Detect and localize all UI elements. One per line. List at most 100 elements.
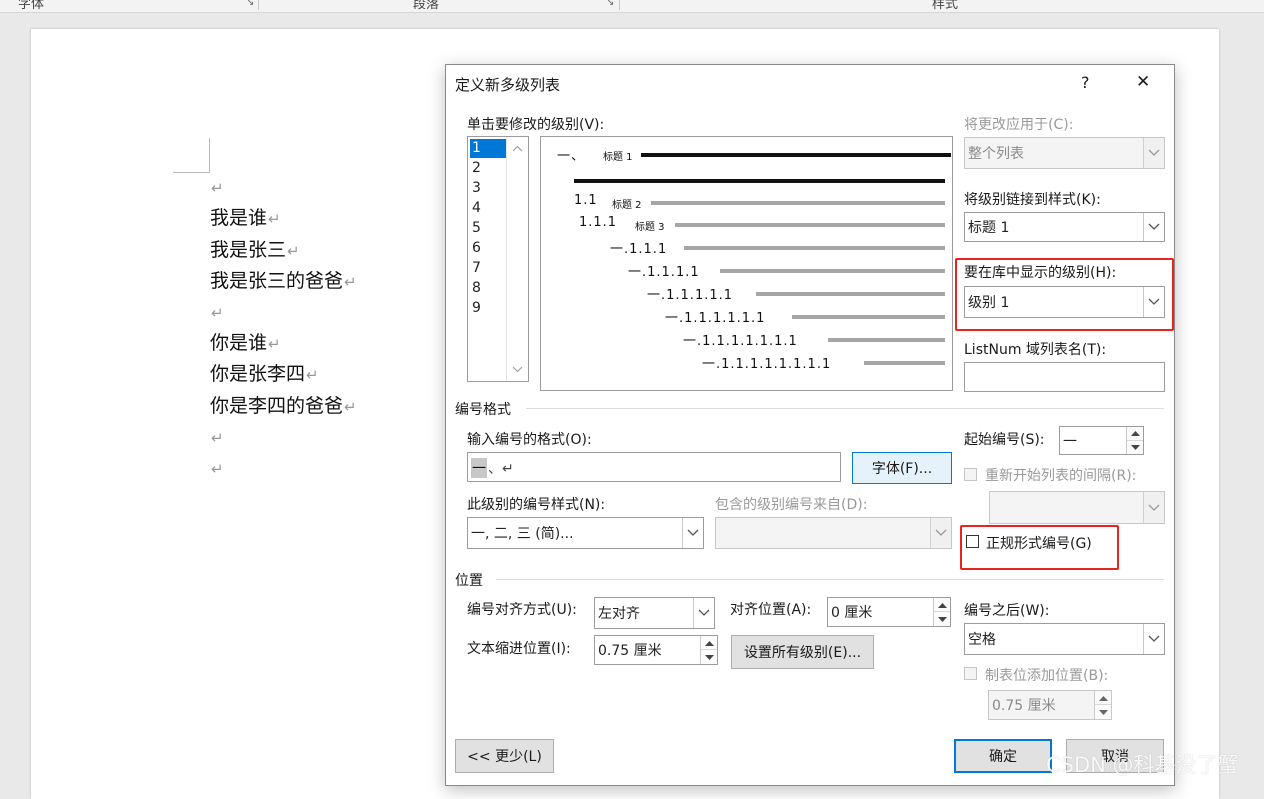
level-item-3[interactable]: 3	[470, 179, 506, 198]
indent-at-spinner[interactable]: 0.75 厘米	[594, 635, 718, 665]
tab-stop-label: 制表位添加位置(B):	[985, 668, 1109, 684]
document-line[interactable]: ↵	[210, 425, 224, 450]
chevron-down-icon	[687, 529, 699, 536]
document-line[interactable]: ↵	[210, 175, 224, 200]
paragraph-mark-icon: ↵	[211, 460, 224, 478]
dialog-title: 定义新多级列表	[455, 76, 561, 94]
preview-heading-style: 标题 2	[612, 200, 642, 211]
preview-number: 一.1.1.1.1	[628, 265, 700, 280]
close-icon[interactable]: ✕	[1136, 72, 1150, 92]
document-line-text: 我是张三	[210, 239, 287, 261]
paragraph-mark-icon: ↵	[344, 273, 357, 291]
ribbon-group-font: 字体	[18, 0, 45, 12]
listnum-input[interactable]	[964, 362, 1165, 392]
preview-text-bar	[641, 153, 951, 157]
define-multilevel-list-dialog: 定义新多级列表 ? ✕ 单击要修改的级别(V): 123456789 一、标题 …	[445, 64, 1175, 786]
document-line[interactable]: 我是张三的爸爸↵	[210, 269, 357, 294]
number-format-input[interactable]: 一 、↵	[467, 452, 841, 482]
tab-stop-spinner: 0.75 厘米	[988, 690, 1112, 720]
scroll-down-icon	[512, 366, 523, 373]
preview-heading-style: 标题 3	[635, 222, 665, 233]
chevron-down-icon	[1148, 223, 1160, 230]
start-at-spinner[interactable]: 一	[1059, 426, 1144, 455]
include-from-label: 包含的级别编号来自(D):	[715, 497, 868, 513]
preview-text-bar	[792, 315, 945, 319]
aligned-at-spinner[interactable]: 0 厘米	[827, 597, 951, 627]
document-line[interactable]: 你是李四的爸爸↵	[210, 394, 357, 419]
level-item-6[interactable]: 6	[470, 239, 506, 258]
preview-text-bar	[756, 292, 945, 296]
number-style-label: 此级别的编号样式(N):	[467, 497, 606, 513]
document-line[interactable]: 我是谁↵	[210, 206, 281, 231]
preview-heading-style: 标题 1	[603, 152, 633, 163]
paragraph-mark-icon: ↵	[344, 398, 357, 416]
ribbon-group-styles: 样式	[932, 0, 959, 12]
link-style-label: 将级别链接到样式(K):	[964, 192, 1101, 208]
preview-text-bar	[675, 223, 945, 227]
number-style-select[interactable]: 一, 二, 三 (简)...	[467, 517, 704, 549]
restart-select	[989, 491, 1165, 524]
preview-number: 一.1.1.1.1.1.1	[665, 311, 766, 326]
preview-number: 一、	[557, 149, 586, 164]
follow-with-label: 编号之后(W):	[964, 603, 1050, 619]
levels-label: 单击要修改的级别(V):	[467, 117, 605, 133]
aligned-at-label: 对齐位置(A):	[730, 602, 812, 618]
spin-down-icon	[700, 650, 717, 664]
preview-text-bar	[828, 338, 945, 342]
document-line[interactable]: ↵	[210, 456, 224, 481]
list-preview: 一、 标题 1 1.1 标题 2 1.1.1 标题 3 一.1.1.1 一.1.1.1.1 一.…	[540, 136, 953, 391]
chevron-down-icon	[1148, 504, 1160, 511]
paragraph-mark-icon: ↵	[306, 366, 319, 384]
document-line-text: 你是张李四	[210, 363, 306, 385]
paragraph-mark-icon: ↵	[211, 304, 224, 322]
spin-down-icon	[1094, 705, 1111, 719]
less-button[interactable]: << 更少(L)	[455, 739, 554, 773]
set-all-levels-button[interactable]: 设置所有级别(E)...	[731, 635, 874, 669]
chevron-down-icon	[1148, 635, 1160, 642]
chevron-down-icon	[698, 609, 710, 616]
preview-number: 一.1.1.1.1.1	[647, 288, 734, 303]
number-format-section-title: 编号格式	[455, 402, 511, 418]
spin-up-icon	[1126, 427, 1143, 441]
levels-scrollbar[interactable]	[506, 137, 528, 381]
font-button[interactable]: 字体(F)...	[852, 452, 952, 484]
alignment-label: 编号对齐方式(U):	[467, 602, 577, 618]
spin-down-icon	[1126, 440, 1143, 454]
levels-listbox[interactable]: 123456789	[467, 136, 529, 382]
ok-button[interactable]: 确定	[954, 739, 1052, 773]
divider	[526, 408, 1164, 409]
spin-up-icon	[1094, 691, 1111, 705]
document-line[interactable]: ↵	[210, 300, 224, 325]
level-item-2[interactable]: 2	[470, 159, 506, 178]
format-input-label: 输入编号的格式(O):	[467, 432, 592, 448]
level-item-8[interactable]: 8	[470, 279, 506, 298]
format-suffix: 、↵	[488, 461, 514, 477]
document-line-text: 我是谁	[210, 207, 268, 229]
position-section-title: 位置	[455, 573, 483, 589]
listnum-label: ListNum 域列表名(T):	[964, 342, 1107, 358]
level-item-5[interactable]: 5	[470, 219, 506, 238]
font-dialog-launcher-icon[interactable]: ↘	[246, 0, 254, 8]
document-line[interactable]: 你是张李四↵	[210, 362, 319, 387]
scroll-up-icon	[512, 145, 523, 152]
level-item-9[interactable]: 9	[470, 299, 506, 318]
paragraph-dialog-launcher-icon[interactable]: ↘	[606, 0, 614, 8]
paragraph-mark-icon: ↵	[211, 429, 224, 447]
ribbon-group-paragraph: 段落	[413, 0, 440, 12]
level-item-1[interactable]: 1	[470, 139, 506, 158]
help-button[interactable]: ?	[1081, 73, 1090, 92]
document-line-text: 我是张三的爸爸	[210, 270, 344, 292]
preview-text-bar	[864, 361, 945, 365]
spin-down-icon	[933, 612, 950, 626]
document-line[interactable]: 我是张三↵	[210, 238, 300, 263]
link-style-select[interactable]: 标题 1	[964, 212, 1165, 242]
follow-with-select[interactable]: 空格	[964, 623, 1165, 655]
tab-stop-checkbox	[964, 667, 977, 680]
preview-number: 一.1.1.1.1.1.1.1	[683, 334, 798, 349]
paragraph-mark-icon: ↵	[268, 210, 281, 228]
alignment-select[interactable]: 左对齐	[594, 597, 715, 629]
level-item-4[interactable]: 4	[470, 199, 506, 218]
level-item-7[interactable]: 7	[470, 259, 506, 278]
document-line[interactable]: 你是谁↵	[210, 331, 281, 356]
preview-text-bar	[651, 201, 945, 205]
